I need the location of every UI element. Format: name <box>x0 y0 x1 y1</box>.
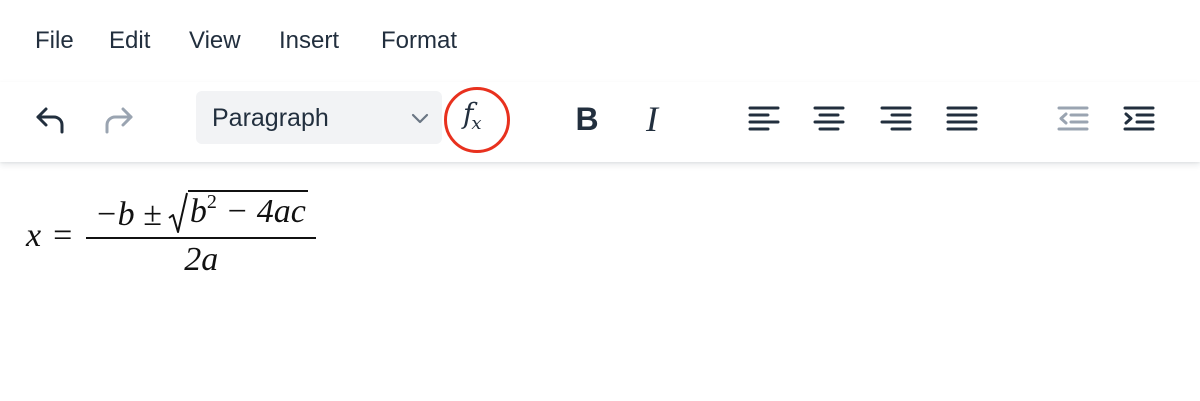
align-center-button[interactable] <box>803 96 855 142</box>
square-root: b2 − 4ac <box>168 190 308 234</box>
quadratic-formula[interactable]: x = −b ± b2 − 4ac 2a <box>26 190 317 279</box>
editor-content[interactable]: x = −b ± b2 − 4ac 2a <box>0 162 1200 401</box>
bold-button[interactable]: B <box>561 96 613 142</box>
formula-icon-x: x <box>471 113 482 134</box>
bold-icon: B <box>575 101 599 137</box>
align-justify-icon <box>946 106 978 131</box>
align-justify-button[interactable] <box>936 96 988 142</box>
equation-equals: = <box>53 216 73 254</box>
fraction-denominator: 2a <box>184 241 219 278</box>
align-left-button[interactable] <box>738 96 790 142</box>
italic-button[interactable]: I <box>626 96 678 142</box>
menu-edit[interactable]: Edit <box>109 25 150 57</box>
radicand: b2 − 4ac <box>187 190 308 234</box>
align-right-icon <box>880 106 912 131</box>
radicand-exponent: 2 <box>206 191 217 213</box>
outdent-button[interactable] <box>1047 96 1099 142</box>
redo-icon <box>105 107 133 134</box>
chevron-down-icon <box>411 113 429 124</box>
undo-button[interactable] <box>24 96 76 142</box>
align-center-icon <box>813 106 845 131</box>
fraction-numerator: −b ± b2 − 4ac <box>93 190 310 237</box>
menubar: File Edit View Insert Format <box>0 0 1200 82</box>
numerator-prefix: −b ± <box>94 196 162 233</box>
equation-fraction: −b ± b2 − 4ac 2a <box>86 190 317 279</box>
align-left-icon <box>748 106 780 131</box>
block-format-select[interactable]: Paragraph <box>196 91 442 144</box>
rich-text-editor: File Edit View Insert Format Paragraph f… <box>0 0 1200 401</box>
radical-sign-icon <box>168 192 188 233</box>
indent-button[interactable] <box>1113 96 1165 142</box>
menu-file[interactable]: File <box>35 25 74 57</box>
toolbar: Paragraph fx B I <box>0 82 1200 162</box>
redo-button[interactable] <box>93 96 145 142</box>
menu-insert[interactable]: Insert <box>279 25 339 57</box>
block-format-value: Paragraph <box>212 104 329 132</box>
undo-icon <box>36 107 64 134</box>
menu-view[interactable]: View <box>189 25 241 57</box>
insert-formula-button[interactable]: fx <box>444 87 510 153</box>
equation-lhs: x <box>26 216 42 254</box>
menu-format[interactable]: Format <box>381 25 457 57</box>
radicand-rest: − 4ac <box>216 193 306 230</box>
align-right-button[interactable] <box>870 96 922 142</box>
radicand-base: b <box>189 193 207 230</box>
italic-icon: I <box>646 99 658 139</box>
outdent-icon <box>1057 106 1089 131</box>
indent-icon <box>1123 106 1155 131</box>
formula-icon: fx <box>463 100 484 133</box>
